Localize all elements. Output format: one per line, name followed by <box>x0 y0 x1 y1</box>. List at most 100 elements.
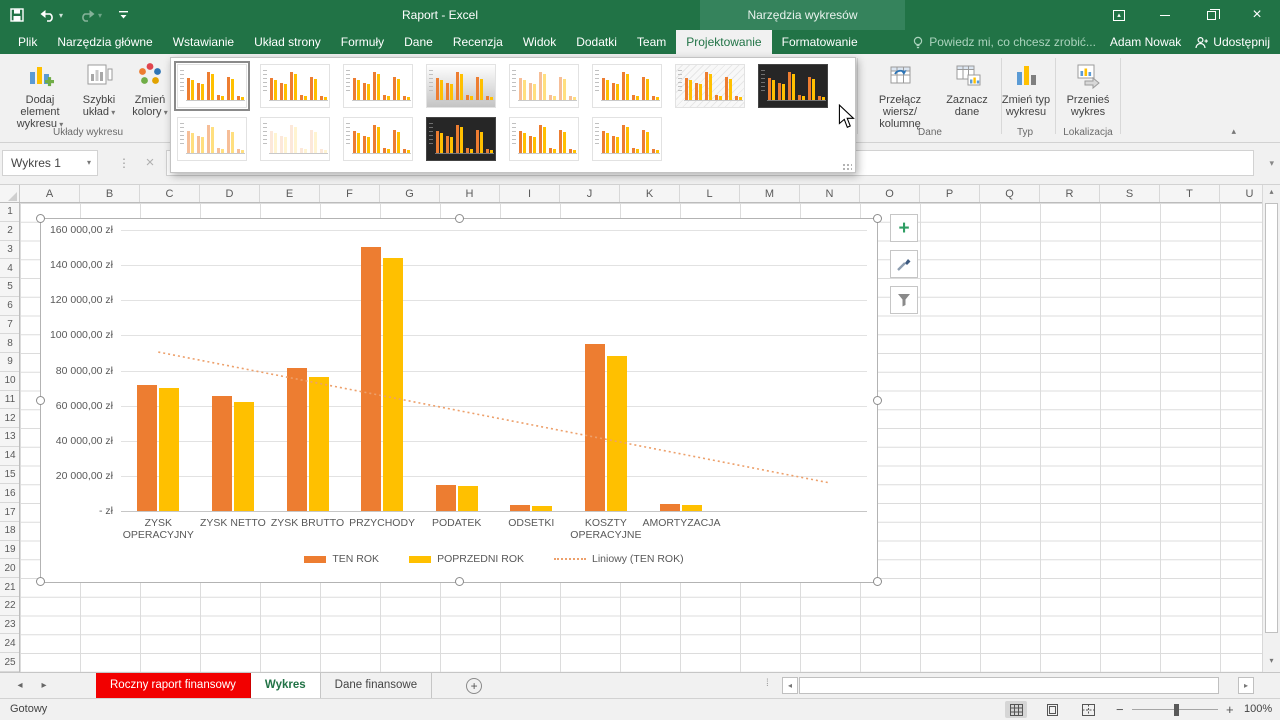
chart-style-thumbnail-5[interactable] <box>509 64 579 108</box>
column-header-S[interactable]: S <box>1100 185 1160 203</box>
row-header-15[interactable]: 15 <box>0 466 20 485</box>
chart-legend[interactable]: TEN ROKPOPRZEDNI ROKLiniowy (TEN ROK) <box>121 553 867 565</box>
page-layout-view-button[interactable] <box>1041 701 1063 718</box>
row-header-11[interactable]: 11 <box>0 391 20 410</box>
chart-styles-button[interactable] <box>890 250 918 278</box>
bar-poprzedni-rok-zysk-operacyjny[interactable] <box>159 388 179 511</box>
column-header-B[interactable]: B <box>80 185 140 203</box>
chart-object[interactable]: 160 000,00 zł140 000,00 zł120 000,00 zł1… <box>40 218 878 583</box>
row-header-19[interactable]: 19 <box>0 541 20 560</box>
y-axis-tick-label[interactable]: 100 000,00 zł <box>41 329 113 341</box>
sheet-tab-roczny-raport-finansowy[interactable]: Roczny raport finansowy <box>96 673 251 698</box>
chart-style-thumbnail-8[interactable] <box>758 64 828 108</box>
bar-ten-rok-koszty-operacyjne[interactable] <box>585 344 605 511</box>
chart-filters-button[interactable] <box>890 286 918 314</box>
sheet-tab-wykres[interactable]: Wykres <box>251 673 321 698</box>
scroll-down-icon[interactable]: ▾ <box>1263 656 1280 670</box>
x-axis-category-label[interactable]: ZYSK NETTO <box>195 517 271 529</box>
zaznacz-dane-button[interactable]: Zaznacz dane <box>936 58 998 118</box>
column-header-C[interactable]: C <box>140 185 200 203</box>
scroll-up-icon[interactable]: ▴ <box>1263 187 1280 201</box>
przenie-wykres-button[interactable]: Przenieś wykres <box>1058 58 1118 118</box>
close-button[interactable]: × <box>1234 0 1280 30</box>
chart-style-thumbnail-7[interactable] <box>675 64 745 108</box>
row-header-18[interactable]: 18 <box>0 522 20 541</box>
collapse-ribbon-icon[interactable]: ▴ <box>1231 126 1236 137</box>
row-header-24[interactable]: 24 <box>0 634 20 653</box>
vertical-scroll-thumb[interactable] <box>1265 203 1278 633</box>
sheet-tab-dane-finansowe[interactable]: Dane finansowe <box>321 673 432 698</box>
x-axis-category-label[interactable]: PODATEK <box>419 517 495 529</box>
share-button[interactable]: Udostępnij <box>1195 35 1270 49</box>
bar-ten-rok-podatek[interactable] <box>436 485 456 511</box>
tab-recenzja[interactable]: Recenzja <box>443 30 513 54</box>
bar-ten-rok-przychody[interactable] <box>361 247 381 511</box>
row-header-17[interactable]: 17 <box>0 503 20 522</box>
row-header-6[interactable]: 6 <box>0 297 20 316</box>
x-axis-category-label[interactable]: AMORTYZACJA <box>643 517 719 529</box>
y-axis-tick-label[interactable]: 20 000,00 zł <box>41 470 113 482</box>
name-box-dropdown-icon[interactable]: ▾ <box>87 151 91 175</box>
row-header-12[interactable]: 12 <box>0 409 20 428</box>
x-axis-category-label[interactable]: KOSZTY OPERACYJNE <box>568 517 644 541</box>
y-axis-tick-label[interactable]: 140 000,00 zł <box>41 259 113 271</box>
prze-cz-wiersz-kolumn-button[interactable]: Przełącz wiersz/ kolumnę <box>862 58 938 130</box>
row-header-23[interactable]: 23 <box>0 616 20 635</box>
y-axis-tick-label[interactable]: 120 000,00 zł <box>41 294 113 306</box>
tab-widok[interactable]: Widok <box>513 30 566 54</box>
tab-formu-y[interactable]: Formuły <box>331 30 394 54</box>
chart-elements-button[interactable]: + <box>890 214 918 242</box>
row-header-7[interactable]: 7 <box>0 316 20 335</box>
chart-style-thumbnail-12[interactable] <box>426 117 496 161</box>
tab-narz-dzia-g-wne[interactable]: Narzędzia główne <box>47 30 162 54</box>
undo-dropdown-icon[interactable]: ▾ <box>59 11 63 20</box>
bar-poprzedni-rok-przychody[interactable] <box>383 258 403 511</box>
legend-item-poprzedni-rok[interactable]: POPRZEDNI ROK <box>409 553 524 565</box>
ribbon-display-options-button[interactable]: ▴ <box>1096 0 1142 30</box>
bar-poprzedni-rok-zysk-brutto[interactable] <box>309 377 329 511</box>
column-header-I[interactable]: I <box>500 185 560 203</box>
sheet-nav-left-icon[interactable]: ◂ <box>8 673 32 698</box>
tab-dodatki[interactable]: Dodatki <box>566 30 627 54</box>
save-button[interactable] <box>10 8 24 22</box>
page-break-view-button[interactable] <box>1077 701 1099 718</box>
tab-dane[interactable]: Dane <box>394 30 443 54</box>
row-header-1[interactable]: 1 <box>0 203 20 222</box>
scrollbar-drag-handle[interactable]: ⁞ <box>766 678 768 689</box>
chart-selection-handle[interactable] <box>873 396 882 405</box>
column-header-U[interactable]: U <box>1220 185 1262 203</box>
column-header-E[interactable]: E <box>260 185 320 203</box>
column-header-G[interactable]: G <box>380 185 440 203</box>
bar-ten-rok-amortyzacja[interactable] <box>660 504 680 511</box>
x-axis-category-label[interactable]: PRZYCHODY <box>344 517 420 529</box>
bar-poprzedni-rok-koszty-operacyjne[interactable] <box>607 356 627 511</box>
chart-selection-handle[interactable] <box>873 214 882 223</box>
user-name[interactable]: Adam Nowak <box>1110 35 1181 49</box>
row-header-21[interactable]: 21 <box>0 578 20 597</box>
column-header-D[interactable]: D <box>200 185 260 203</box>
chart-style-thumbnail-2[interactable] <box>260 64 330 108</box>
chart-style-thumbnail-10[interactable] <box>260 117 330 161</box>
y-axis-tick-label[interactable]: 80 000,00 zł <box>41 365 113 377</box>
column-header-H[interactable]: H <box>440 185 500 203</box>
name-box[interactable]: Wykres 1 ▾ <box>2 150 98 176</box>
scroll-right-icon[interactable]: ▸ <box>1238 677 1254 694</box>
x-axis-category-label[interactable]: ZYSK BRUTTO <box>270 517 346 529</box>
column-header-M[interactable]: M <box>740 185 800 203</box>
row-header-3[interactable]: 3 <box>0 241 20 260</box>
column-header-N[interactable]: N <box>800 185 860 203</box>
column-header-K[interactable]: K <box>620 185 680 203</box>
chart-selection-handle[interactable] <box>455 577 464 586</box>
formula-bar-expand-icon[interactable]: ▾ <box>1269 150 1274 176</box>
row-header-16[interactable]: 16 <box>0 484 20 503</box>
legend-item-ten-rok[interactable]: TEN ROK <box>304 553 379 565</box>
column-header-O[interactable]: O <box>860 185 920 203</box>
chart-style-thumbnail-6[interactable] <box>592 64 662 108</box>
row-header-25[interactable]: 25 <box>0 653 20 672</box>
column-header-L[interactable]: L <box>680 185 740 203</box>
horizontal-scroll-thumb[interactable] <box>799 677 1219 694</box>
chart-selection-handle[interactable] <box>36 214 45 223</box>
zmie-typ-wykresu-button[interactable]: Zmień typ wykresu <box>998 58 1054 118</box>
chart-style-thumbnail-1[interactable] <box>177 64 247 108</box>
row-header-4[interactable]: 4 <box>0 259 20 278</box>
